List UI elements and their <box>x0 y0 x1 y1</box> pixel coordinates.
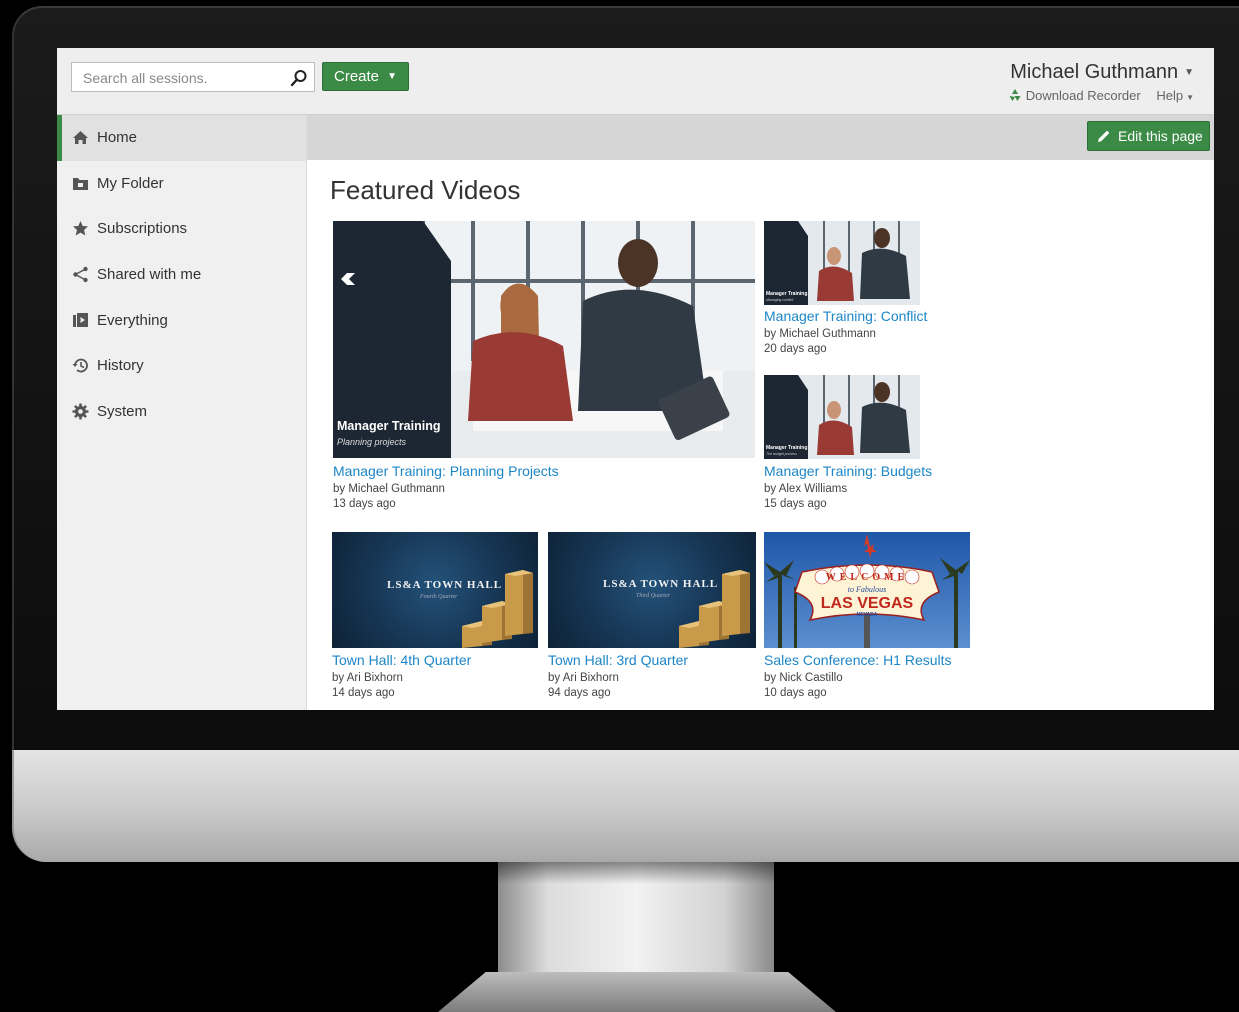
user-menu[interactable]: Michael Guthmann ▼ <box>1010 61 1194 84</box>
thumbnail-title: Manager Training <box>766 291 807 297</box>
bar-chart-graphic <box>679 570 750 648</box>
sidebar-item-system[interactable]: System <box>57 389 306 435</box>
help-menu[interactable]: Help ▼ <box>1156 88 1194 103</box>
caret-down-icon: ▼ <box>387 71 397 82</box>
video-title[interactable]: Manager Training: Conflict <box>764 308 927 324</box>
thumbnail-subtitle: Planning projects <box>337 437 407 447</box>
pencil-icon <box>1098 130 1110 142</box>
video-title[interactable]: Manager Training: Budgets <box>764 463 932 479</box>
video-thumbnail[interactable]: Manager Training Managing conflict <box>764 221 920 305</box>
sidebar: Home My Folder Subscriptions Shared with… <box>57 115 307 710</box>
page-toolbar: Edit this page <box>307 115 1214 160</box>
monitor-stand-base <box>438 972 836 1012</box>
search-box <box>71 62 315 92</box>
thumbnail-subtitle: Managing conflict <box>766 298 794 302</box>
video-card-town-hall-3rd[interactable]: LS&A TOWN HALL Third Quarter Town Hall: … <box>548 532 756 702</box>
edit-page-label: Edit this page <box>1118 128 1203 144</box>
section-title: Featured Videos <box>330 175 521 205</box>
search-icon[interactable] <box>290 69 308 87</box>
user-name: Michael Guthmann <box>1010 61 1179 83</box>
app-screen: Create ▼ Michael Guthmann ▼ Download Reco… <box>57 48 1214 710</box>
video-author: by Nick Castillo <box>764 672 843 684</box>
top-links: Download Recorder Help ▼ <box>1008 88 1194 103</box>
sidebar-item-shared-with-me[interactable]: Shared with me <box>57 252 306 298</box>
video-thumbnail[interactable]: LS&A TOWN HALL Fourth Quarter <box>332 532 538 648</box>
sidebar-item-home[interactable]: Home <box>57 115 306 161</box>
download-recorder-label: Download Recorder <box>1025 88 1141 103</box>
video-thumbnail[interactable]: WELCOME to Fabulous LAS VEGAS NEVADA <box>764 532 970 648</box>
sidebar-item-history[interactable]: History <box>57 343 306 389</box>
create-button[interactable]: Create ▼ <box>322 62 409 91</box>
video-author: by Michael Guthmann <box>764 328 876 340</box>
video-age: 10 days ago <box>764 687 827 699</box>
video-age: 20 days ago <box>764 343 827 355</box>
video-author: by Alex Williams <box>764 483 848 495</box>
thumbnail-subtitle: The budget process <box>766 452 797 456</box>
sign-las-vegas-text: LAS VEGAS <box>821 595 914 612</box>
thumbnail-title: Manager Training <box>766 445 807 451</box>
sign-nevada-text: NEVADA <box>857 612 878 618</box>
video-thumbnail[interactable]: Manager Training Planning projects <box>333 221 755 458</box>
search-input[interactable] <box>81 68 285 88</box>
sign-welcome-text: WELCOME <box>826 572 908 583</box>
thumbnail-title: Manager Training <box>337 419 441 433</box>
sign-fabulous-text: to Fabulous <box>848 585 886 594</box>
home-icon <box>73 131 88 144</box>
star-icon <box>73 221 88 236</box>
sidebar-item-label: Home <box>97 129 138 146</box>
sidebar-item-label: Shared with me <box>97 266 202 284</box>
sidebar-item-label: System <box>97 403 148 421</box>
sidebar-item-my-folder[interactable]: My Folder <box>57 161 306 207</box>
gear-icon <box>72 403 89 420</box>
video-author: by Michael Guthmann <box>333 483 445 495</box>
office-photo-image: Manager Training Managing conflict <box>764 221 920 305</box>
office-photo-image: Manager Training The budget process <box>764 375 920 459</box>
thumbnail-subtitle: Fourth Quarter <box>420 594 458 600</box>
sidebar-item-label: History <box>97 357 144 375</box>
download-recorder-link[interactable]: Download Recorder <box>1008 88 1141 103</box>
folder-icon <box>73 177 88 190</box>
chevron-down-icon: ▼ <box>1184 67 1194 79</box>
video-age: 14 days ago <box>332 687 395 699</box>
video-card-sales-conference[interactable]: WELCOME to Fabulous LAS VEGAS NEVADA Sal… <box>764 532 970 702</box>
history-icon <box>72 359 88 373</box>
sidebar-item-everything[interactable]: Everything <box>57 298 306 344</box>
video-author: by Ari Bixhorn <box>332 672 403 684</box>
video-card-conflict[interactable]: Manager Training Managing conflict Manag… <box>764 221 954 361</box>
share-icon <box>73 266 88 283</box>
top-bar: Create ▼ Michael Guthmann ▼ Download Reco… <box>57 48 1214 115</box>
recycle-icon <box>1009 89 1021 101</box>
video-library-icon <box>73 312 88 327</box>
video-age: 13 days ago <box>333 498 396 510</box>
video-author: by Ari Bixhorn <box>548 672 619 684</box>
las-vegas-sign-image: WELCOME to Fabulous LAS VEGAS NEVADA <box>764 532 970 648</box>
create-button-label: Create <box>334 68 380 85</box>
thumbnail-subtitle: Third Quarter <box>636 593 670 599</box>
video-card-planning-projects[interactable]: Manager Training Planning projects Manag… <box>333 221 755 511</box>
sidebar-item-subscriptions[interactable]: Subscriptions <box>57 206 306 252</box>
video-thumbnail[interactable]: LS&A TOWN HALL Third Quarter <box>548 532 756 648</box>
help-label: Help <box>1156 88 1184 103</box>
video-title[interactable]: Town Hall: 4th Quarter <box>332 652 471 668</box>
bar-chart-graphic <box>462 570 533 648</box>
video-age: 94 days ago <box>548 687 611 699</box>
sidebar-item-label: My Folder <box>97 174 164 192</box>
video-age: 15 days ago <box>764 498 827 510</box>
video-card-town-hall-4th[interactable]: LS&A TOWN HALL Fourth Quarter Town Hall:… <box>332 532 538 702</box>
edit-page-button[interactable]: Edit this page <box>1087 121 1210 151</box>
video-card-budgets[interactable]: Manager Training The budget process Mana… <box>764 375 954 515</box>
caret-down-icon: ▼ <box>1186 93 1194 102</box>
sidebar-item-label: Everything <box>97 311 168 329</box>
video-title[interactable]: Sales Conference: H1 Results <box>764 652 952 668</box>
monitor-stand-shadow <box>498 862 774 884</box>
video-title[interactable]: Town Hall: 3rd Quarter <box>548 652 688 668</box>
sidebar-item-label: Subscriptions <box>97 220 188 238</box>
video-title[interactable]: Manager Training: Planning Projects <box>333 463 559 479</box>
monitor-chin <box>12 750 1239 862</box>
video-thumbnail[interactable]: Manager Training The budget process <box>764 375 920 459</box>
